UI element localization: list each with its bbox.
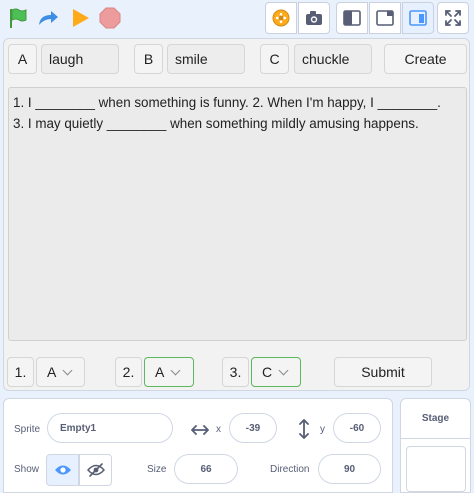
stop-icon[interactable] bbox=[96, 4, 124, 32]
stage-toolbar bbox=[0, 0, 474, 38]
eye-icon bbox=[54, 465, 71, 475]
sprite-name-input[interactable]: Empty1 bbox=[47, 413, 173, 443]
x-arrows-icon bbox=[191, 423, 209, 441]
eye-hidden-icon bbox=[86, 463, 105, 477]
sentence-line-1: 1. I ________ when something is funny. 2… bbox=[13, 95, 441, 110]
answer-1-select[interactable]: A bbox=[36, 357, 85, 387]
turbo-arrow-icon[interactable] bbox=[34, 4, 62, 32]
y-input[interactable]: -60 bbox=[333, 413, 381, 443]
answer-1-value: A bbox=[47, 364, 57, 380]
submit-button[interactable]: Submit bbox=[334, 357, 432, 387]
size-input[interactable]: 66 bbox=[174, 454, 238, 484]
y-label: y bbox=[320, 424, 325, 435]
stage-thumbnail[interactable] bbox=[406, 446, 466, 492]
option-a-label: A bbox=[8, 44, 37, 74]
small-stage-icon[interactable] bbox=[336, 2, 368, 34]
y-arrows-icon bbox=[298, 419, 310, 444]
answer-2-select[interactable]: A bbox=[144, 357, 194, 387]
medium-stage-icon[interactable] bbox=[369, 2, 401, 34]
stage-selector[interactable]: Stage bbox=[400, 398, 471, 493]
camera-icon[interactable] bbox=[298, 2, 330, 34]
direction-input[interactable]: 90 bbox=[318, 454, 381, 484]
option-b-label: B bbox=[134, 44, 163, 74]
create-button[interactable]: Create bbox=[384, 44, 467, 74]
green-flag-icon[interactable] bbox=[4, 4, 32, 32]
option-b-word[interactable]: smile bbox=[167, 44, 245, 74]
large-stage-icon[interactable] bbox=[402, 2, 434, 34]
sentences-textarea[interactable]: 1. I ________ when something is funny. 2… bbox=[8, 87, 467, 341]
answer-3-number: 3. bbox=[222, 357, 249, 387]
extension-icon[interactable] bbox=[265, 2, 297, 34]
show-hidden-button[interactable] bbox=[79, 454, 112, 486]
sprite-info-panel: Sprite Empty1 x -39 y -60 Show Size 66 D… bbox=[3, 398, 393, 493]
answer-1-number: 1. bbox=[7, 357, 34, 387]
direction-label: Direction bbox=[270, 464, 310, 475]
option-a-word[interactable]: laugh bbox=[41, 44, 119, 74]
answer-3-select[interactable]: C bbox=[251, 357, 301, 387]
answer-3-value: C bbox=[262, 364, 273, 380]
chevron-down-icon bbox=[170, 365, 181, 375]
answer-2-value: A bbox=[155, 364, 165, 380]
option-c-label: C bbox=[260, 44, 289, 74]
chevron-down-icon bbox=[62, 365, 73, 375]
play-icon[interactable] bbox=[66, 4, 94, 32]
sprite-label: Sprite bbox=[14, 424, 41, 435]
stage-title: Stage bbox=[401, 399, 470, 439]
x-input[interactable]: -39 bbox=[229, 413, 277, 443]
show-label: Show bbox=[14, 464, 40, 475]
chevron-down-icon bbox=[278, 365, 289, 375]
stage-canvas: A laugh B smile C chuckle Create 1. I __… bbox=[3, 38, 470, 391]
answer-2-number: 2. bbox=[115, 357, 142, 387]
show-visible-button[interactable] bbox=[46, 454, 79, 486]
option-c-word[interactable]: chuckle bbox=[294, 44, 372, 74]
sentence-line-2: 3. I may quietly ________ when something… bbox=[13, 116, 419, 131]
x-label: x bbox=[216, 424, 221, 435]
fullscreen-icon[interactable] bbox=[437, 2, 469, 34]
size-label: Size bbox=[147, 464, 167, 475]
